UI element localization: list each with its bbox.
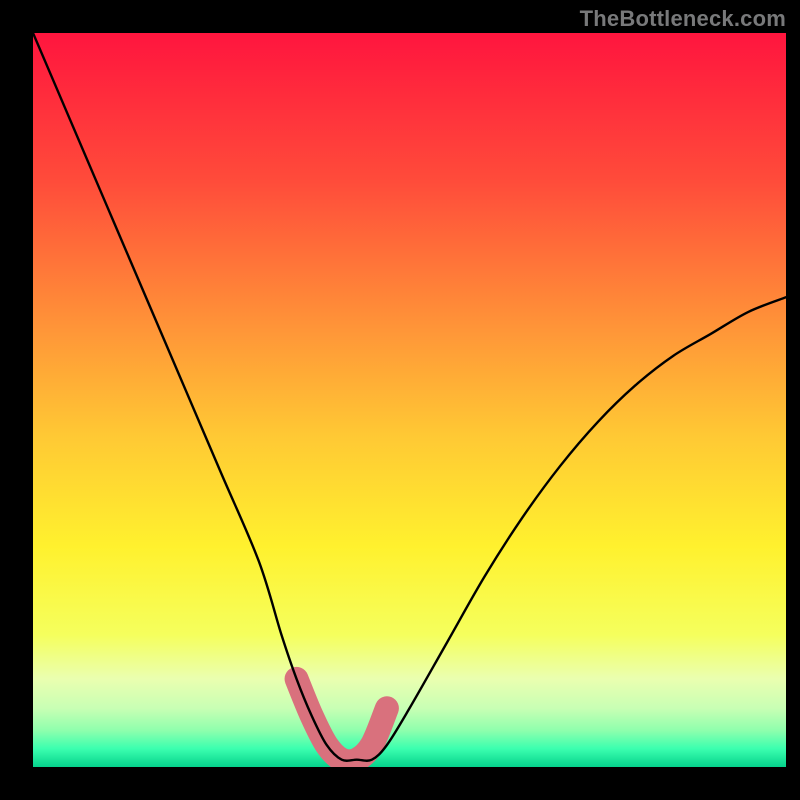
bottleneck-curve [33,33,786,761]
chart-frame: TheBottleneck.com [0,0,800,800]
valley-highlight [297,679,387,762]
plot-area [33,33,786,767]
watermark-text: TheBottleneck.com [580,6,786,32]
curve-layer [33,33,786,767]
